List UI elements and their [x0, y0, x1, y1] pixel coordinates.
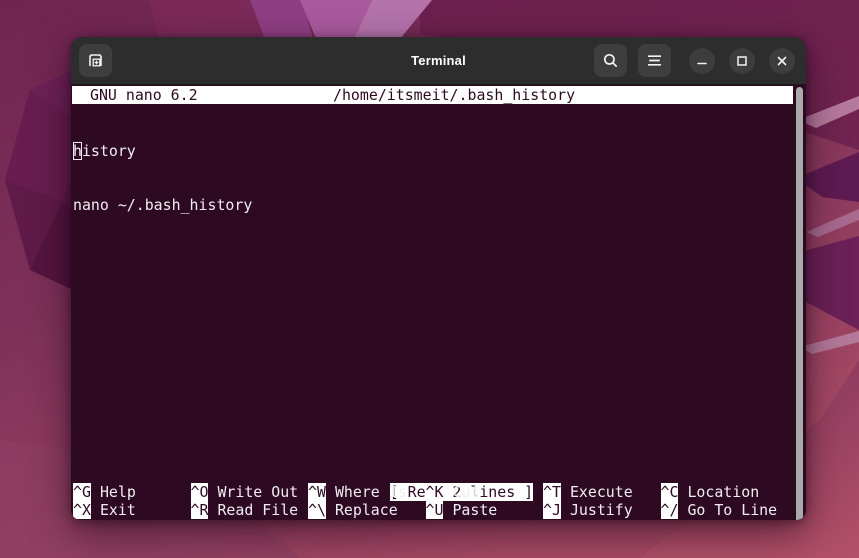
search-icon — [602, 52, 619, 69]
nano-version-label: GNU nano 6.2 — [90, 86, 198, 104]
shortcut-justify: ^JJustify — [543, 501, 661, 519]
shortcut-row: ^XExit ^RRead File ^\Replace ^UPaste ^JJ… — [73, 501, 798, 519]
close-icon — [776, 55, 788, 67]
window-title: Terminal — [411, 53, 466, 68]
maximize-icon — [736, 55, 748, 67]
nano-buffer: history nano ~/.bash_history — [73, 106, 252, 251]
titlebar: Terminal — [71, 37, 806, 85]
maximize-button[interactable] — [729, 48, 755, 74]
nano-file-path: /home/itsmeit/.bash_history — [333, 86, 575, 104]
shortcut-help: ^GHelp — [73, 483, 191, 501]
buffer-line: nano ~/.bash_history — [73, 196, 252, 214]
shortcut-where-is: ^WWhere Is — [308, 483, 426, 501]
shortcut-cut: ^KCut — [426, 483, 544, 501]
tab-new-icon — [87, 52, 104, 69]
minimize-button[interactable] — [689, 48, 715, 74]
shortcut-exit: ^XExit — [73, 501, 191, 519]
shortcut-write-out: ^OWrite Out — [191, 483, 309, 501]
new-tab-button[interactable] — [79, 44, 112, 77]
close-button[interactable] — [769, 48, 795, 74]
shortcut-row: ^GHelp ^OWrite Out ^WWhere Is ^KCut ^TEx… — [73, 483, 798, 501]
menu-icon — [647, 54, 662, 67]
terminal-scrollbar[interactable] — [796, 87, 803, 520]
terminal-window: Terminal — [71, 37, 806, 520]
text-cursor: h — [73, 142, 82, 160]
shortcut-go-to-line: ^/Go To Line — [661, 501, 792, 519]
buffer-line: history — [73, 142, 252, 160]
shortcut-location: ^CLocation — [661, 483, 792, 501]
shortcut-paste: ^UPaste — [426, 501, 544, 519]
menu-button[interactable] — [638, 44, 671, 77]
shortcut-read-file: ^RRead File — [191, 501, 309, 519]
terminal-screen[interactable]: GNU nano 6.2 /home/itsmeit/.bash_history… — [71, 85, 806, 520]
shortcut-replace: ^\Replace — [308, 501, 426, 519]
search-button[interactable] — [594, 44, 627, 77]
shortcut-execute: ^TExecute — [543, 483, 661, 501]
minimize-icon — [696, 55, 708, 67]
nano-title-bar: GNU nano 6.2 /home/itsmeit/.bash_history — [72, 86, 793, 104]
nano-shortcut-bar: ^GHelp ^OWrite Out ^WWhere Is ^KCut ^TEx… — [73, 483, 798, 519]
